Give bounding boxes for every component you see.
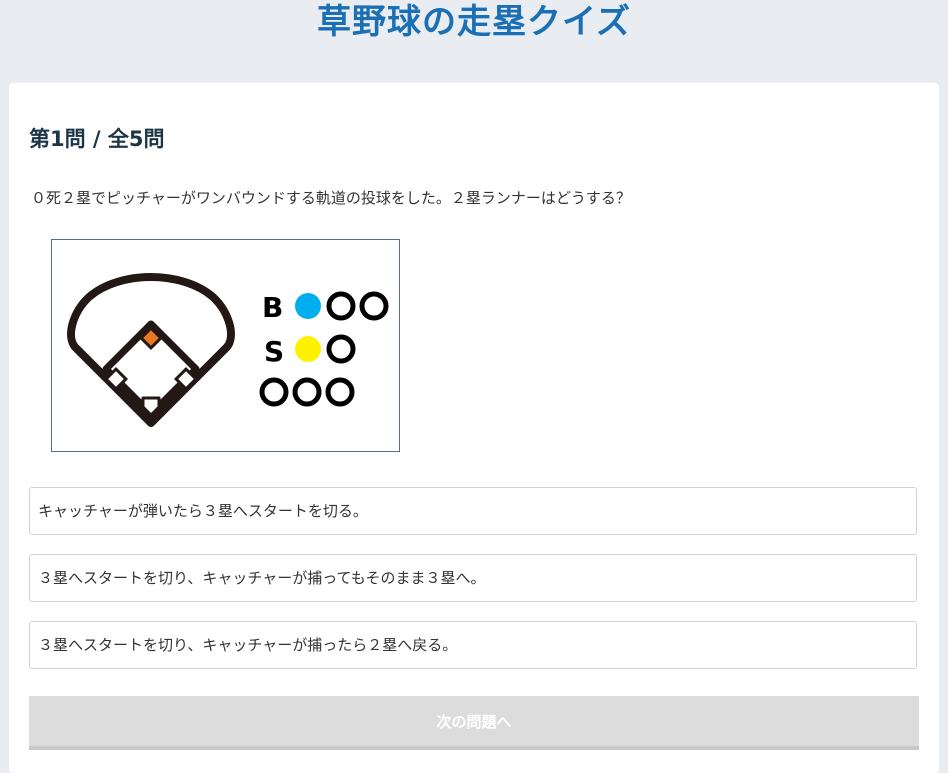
next-question-button[interactable]: 次の問題へ [29, 696, 919, 750]
balls-lamp-1 [295, 293, 321, 319]
outs-lamp-1 [259, 377, 289, 407]
strikes-lamp-2 [326, 334, 356, 364]
baseball-diamond-icon [67, 273, 235, 427]
question-text: ０死２塁でピッチャーがワンバウンドする軌道の投球をした。２塁ランナーはどうする？ [31, 189, 631, 207]
strikes-label: S [264, 335, 284, 368]
strikes-lamp-1 [295, 336, 321, 362]
game-situation-graphic: B S [67, 273, 389, 427]
answer-choice-1[interactable]: キャッチャーが弾いたら３塁へスタートを切る。 [29, 487, 917, 535]
answer-choice-3[interactable]: ３塁へスタートを切り、キャッチャーが捕ったら２塁へ戻る。 [29, 621, 917, 669]
balls-lamp-3 [359, 291, 389, 321]
outs-lamp-2 [292, 377, 322, 407]
quiz-card: 第1問 / 全5問 ０死２塁でピッチャーがワンバウンドする軌道の投球をした。２塁… [9, 83, 939, 773]
outs-lamp-3 [325, 377, 355, 407]
question-number: 第1問 / 全5問 [29, 127, 165, 151]
ball-strike-out-count: B S [259, 291, 389, 407]
game-situation-image: B S [51, 239, 400, 452]
page-title: 草野球の走塁クイズ [317, 2, 631, 42]
answer-choice-2[interactable]: ３塁へスタートを切り、キャッチャーが捕ってもそのまま３塁へ。 [29, 554, 917, 602]
balls-lamp-2 [326, 291, 356, 321]
balls-label: B [262, 291, 283, 324]
